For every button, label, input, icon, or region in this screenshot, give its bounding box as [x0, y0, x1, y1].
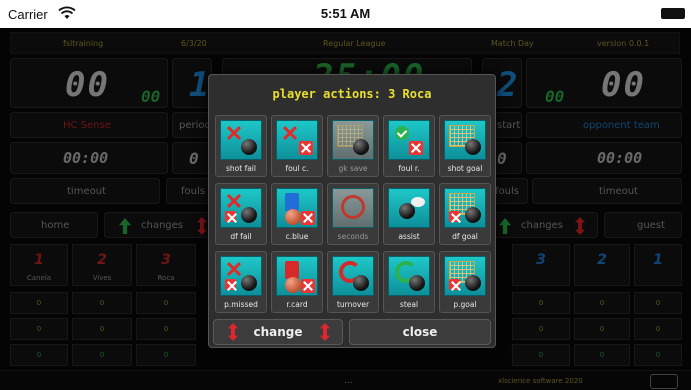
action-label: steal	[399, 300, 419, 309]
action-label: seconds	[337, 232, 369, 241]
close-label: close	[402, 325, 438, 339]
action-assist[interactable]: assist	[383, 183, 435, 245]
player-actions-dialog: player actions: 3 Roca shot fail foul c.…	[208, 74, 496, 348]
foul-received-icon	[388, 120, 430, 160]
action-label: foul c.	[285, 164, 309, 173]
action-label: p.goal	[453, 300, 477, 309]
foul-committed-icon	[276, 120, 318, 160]
action-label: r.card	[286, 300, 308, 309]
action-foul-committed[interactable]: foul c.	[271, 115, 323, 177]
status-bar: Carrier 5:51 AM	[0, 0, 691, 28]
action-foul-received[interactable]: foul r.	[383, 115, 435, 177]
blue-card-icon	[276, 188, 318, 228]
action-label: shot fail	[226, 164, 256, 173]
action-steal[interactable]: steal	[383, 251, 435, 313]
goalkeeper-save-icon	[332, 120, 374, 160]
up-down-arrow-icon	[228, 323, 238, 341]
defense-goal-icon	[444, 188, 486, 228]
change-button[interactable]: change	[213, 319, 343, 345]
defense-fail-icon	[220, 188, 262, 228]
action-label: gk save	[338, 164, 368, 173]
turnover-icon	[332, 256, 374, 296]
status-time: 5:51 AM	[320, 6, 371, 21]
action-penalty-goal[interactable]: p.goal	[439, 251, 491, 313]
red-card-icon	[276, 256, 318, 296]
action-label: df fail	[230, 232, 252, 241]
shot-goal-icon	[444, 120, 486, 160]
action-label: assist	[398, 232, 420, 241]
action-shot-goal[interactable]: shot goal	[439, 115, 491, 177]
action-red-card[interactable]: r.card	[271, 251, 323, 313]
action-label: turnover	[336, 300, 370, 309]
action-seconds[interactable]: seconds	[327, 183, 379, 245]
action-gk-save[interactable]: gk save	[327, 115, 379, 177]
action-label: shot goal	[447, 164, 483, 173]
change-label: change	[253, 325, 303, 339]
action-turnover[interactable]: turnover	[327, 251, 379, 313]
action-label: p.missed	[224, 300, 258, 309]
action-label: c.blue	[285, 232, 309, 241]
battery-icon	[661, 8, 685, 19]
up-down-arrow-icon	[320, 323, 330, 341]
penalty-goal-icon	[444, 256, 486, 296]
assist-icon	[388, 188, 430, 228]
action-df-goal[interactable]: df goal	[439, 183, 491, 245]
action-label: foul r.	[398, 164, 420, 173]
seconds-icon	[332, 188, 374, 228]
shot-fail-icon	[220, 120, 262, 160]
action-shot-fail[interactable]: shot fail	[215, 115, 267, 177]
penalty-missed-icon	[220, 256, 262, 296]
action-df-fail[interactable]: df fail	[215, 183, 267, 245]
action-penalty-missed[interactable]: p.missed	[215, 251, 267, 313]
app-screen: Carrier 5:51 AM fsltraining 6/3/20 Regul…	[0, 0, 691, 390]
dialog-title: player actions: 3 Roca	[272, 87, 432, 101]
action-label: df goal	[452, 232, 478, 241]
steal-icon	[388, 256, 430, 296]
close-button[interactable]: close	[349, 319, 491, 345]
action-blue-card[interactable]: c.blue	[271, 183, 323, 245]
